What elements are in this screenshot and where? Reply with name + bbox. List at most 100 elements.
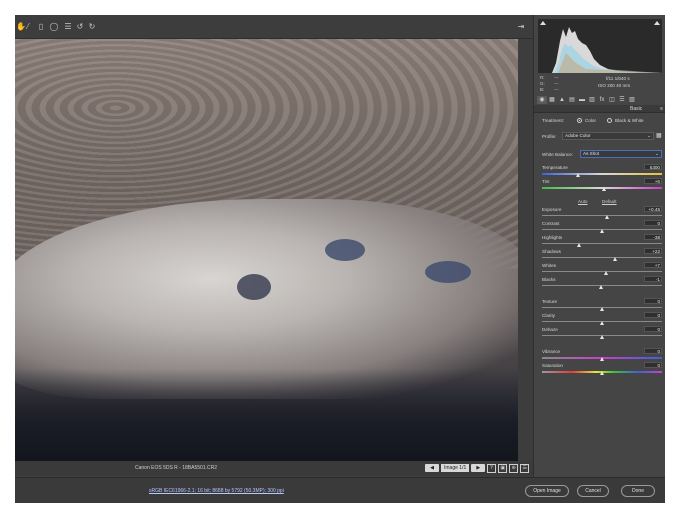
treatment-label: Treatment: bbox=[542, 118, 565, 123]
temperature-slider-track[interactable] bbox=[542, 173, 662, 175]
texture-slider-thumb[interactable] bbox=[600, 307, 604, 311]
tab-tone-curve-icon[interactable]: ▦ bbox=[547, 96, 557, 104]
vibrance-label: Vibrance bbox=[542, 349, 561, 354]
tab-effects-icon[interactable]: fx bbox=[597, 96, 607, 104]
adjustment-panel: R: --- G: --- B: --- f/11 1/640 s ISO 200 4… bbox=[533, 15, 665, 477]
highlights-slider-thumb[interactable] bbox=[577, 243, 582, 247]
rgb-readout-r: R: --- bbox=[540, 75, 559, 80]
temperature-label: Temperature bbox=[542, 165, 568, 170]
whites-slider-track[interactable] bbox=[542, 271, 662, 272]
rgb-readout-g: G: --- bbox=[540, 81, 559, 86]
tab-hsl-icon[interactable]: ▤ bbox=[567, 96, 577, 104]
treatment-bw-radio[interactable] bbox=[607, 118, 612, 123]
blacks-value-field[interactable]: -1 bbox=[644, 276, 662, 282]
texture-value-field[interactable]: 0 bbox=[644, 298, 662, 304]
workflow-options-link[interactable]: sRGB IEC61966-2.1; 16 bit; 8688 by 5792 … bbox=[149, 488, 284, 494]
cancel-button[interactable]: Cancel bbox=[577, 485, 609, 497]
next-image-button[interactable]: ▶ bbox=[471, 464, 486, 472]
dehaze-value-field[interactable]: 0 bbox=[644, 326, 662, 332]
tab-presets-icon[interactable]: ☰ bbox=[617, 96, 627, 104]
bottom-bar: sRGB IEC61966-2.1; 16 bit; 8688 by 5792 … bbox=[15, 477, 665, 503]
tab-split-toning-icon[interactable]: ▬ bbox=[577, 96, 587, 104]
done-button[interactable]: Done bbox=[621, 485, 655, 497]
blacks-slider-thumb[interactable] bbox=[598, 285, 603, 289]
clarity-slider-thumb[interactable] bbox=[600, 321, 604, 325]
blacks-label: Blacks bbox=[542, 277, 556, 282]
camera-raw-window: ✋ ⁄ ▯ ◯ ☰ ↺ ↻ ⇥ Canon EOS 5DS R - 18BA55… bbox=[15, 15, 665, 503]
clarity-label: Clarity bbox=[542, 313, 556, 318]
camera-info: Canon EOS 5DS R - 18BA5501.CR2 bbox=[135, 465, 217, 471]
shadows-slider-thumb[interactable] bbox=[613, 257, 618, 261]
shadows-value-field[interactable]: +22 bbox=[644, 248, 662, 254]
exposure-slider-track[interactable] bbox=[542, 215, 662, 216]
treatment-bw-label: Black & White bbox=[615, 118, 644, 123]
tint-value-field[interactable]: +6 bbox=[644, 178, 662, 184]
whites-slider-thumb[interactable] bbox=[603, 271, 608, 275]
exposure-value-field[interactable]: +0.45 bbox=[644, 206, 662, 212]
histogram-graph bbox=[538, 27, 662, 73]
preview-settings-button[interactable]: ☰ bbox=[520, 463, 530, 473]
contrast-slider-thumb[interactable] bbox=[600, 229, 604, 233]
export-icon[interactable]: ⇥ bbox=[515, 21, 527, 33]
profile-browser-icon[interactable]: ▦ bbox=[656, 132, 662, 139]
whites-value-field[interactable]: +7 bbox=[644, 262, 662, 268]
temperature-slider-thumb[interactable] bbox=[576, 173, 580, 177]
profile-label: Profile: bbox=[542, 134, 557, 139]
temperature-value-field[interactable]: 5300 bbox=[644, 164, 662, 170]
image-preview[interactable] bbox=[15, 39, 518, 461]
rotate-left-icon[interactable]: ↺ bbox=[74, 21, 86, 33]
clarity-value-field[interactable]: 0 bbox=[644, 312, 662, 318]
view-toggle-button[interactable]: ▣ bbox=[498, 463, 508, 473]
tint-slider-thumb[interactable] bbox=[602, 187, 607, 191]
crop-tool-icon[interactable]: ▯ bbox=[35, 21, 47, 33]
default-button[interactable]: Default bbox=[602, 199, 617, 204]
before-after-button[interactable]: Y bbox=[487, 463, 497, 473]
treatment-color-radio[interactable] bbox=[577, 118, 582, 123]
prev-image-button[interactable]: ◀ bbox=[425, 464, 439, 472]
texture-label: Texture bbox=[542, 299, 558, 304]
sky-patch bbox=[237, 274, 271, 300]
sky-patch bbox=[425, 261, 471, 283]
panel-title: Basic bbox=[630, 106, 643, 112]
exposure-slider-thumb[interactable] bbox=[604, 215, 609, 219]
highlights-slider-track[interactable] bbox=[542, 243, 662, 244]
vibrance-value-field[interactable]: 0 bbox=[644, 348, 662, 354]
image-navigation: ◀ Image 1/1 ▶ Y ▣ ⊕ ☰ bbox=[425, 463, 530, 473]
tab-lens-icon[interactable]: ▥ bbox=[587, 96, 597, 104]
panel-menu-icon[interactable]: ≡ bbox=[660, 106, 663, 112]
white-balance-tool-icon[interactable]: ⁄ bbox=[22, 21, 34, 33]
contrast-label: Contrast bbox=[542, 221, 560, 226]
list-tool-icon[interactable]: ☰ bbox=[62, 21, 74, 33]
sky-patch bbox=[325, 239, 365, 261]
tab-basic-icon[interactable]: ◉ bbox=[537, 95, 547, 104]
tab-calibration-icon[interactable]: ◫ bbox=[607, 96, 617, 104]
spot-removal-tool-icon[interactable]: ◯ bbox=[48, 21, 60, 33]
zoom-button[interactable]: ⊕ bbox=[509, 463, 519, 473]
exif-info: R: --- G: --- B: --- f/11 1/640 s ISO 200 4… bbox=[538, 75, 662, 93]
saturation-slider-thumb[interactable] bbox=[600, 371, 604, 375]
rotate-right-icon[interactable]: ↻ bbox=[86, 21, 98, 33]
treatment-color-label: Color bbox=[585, 118, 596, 123]
shadows-label: Shadows bbox=[542, 249, 561, 254]
dark-foreground bbox=[15, 369, 518, 461]
auto-button[interactable]: Auto bbox=[578, 199, 587, 204]
profile-dropdown[interactable]: Adobe Color ⌄ bbox=[562, 132, 654, 140]
preview-status-bar: Canon EOS 5DS R - 18BA5501.CR2 ◀ Image 1… bbox=[15, 461, 533, 475]
dehaze-slider-thumb[interactable] bbox=[600, 335, 604, 339]
vibrance-slider-thumb[interactable] bbox=[600, 357, 604, 361]
tint-label: Tint bbox=[542, 179, 550, 184]
white-balance-dropdown[interactable]: As Shot ⌄ bbox=[580, 150, 662, 158]
highlights-label: Highlights bbox=[542, 235, 563, 240]
tab-detail-icon[interactable]: ▲ bbox=[557, 96, 567, 104]
highlights-value-field[interactable]: -38 bbox=[644, 234, 662, 240]
whites-label: Whites bbox=[542, 263, 557, 268]
saturation-label: Saturation bbox=[542, 363, 563, 368]
image-count: Image 1/1 bbox=[441, 464, 470, 472]
contrast-value-field[interactable]: 0 bbox=[644, 220, 662, 226]
open-image-button[interactable]: Open Image bbox=[525, 485, 569, 497]
tab-snapshots-icon[interactable]: ▧ bbox=[627, 96, 637, 104]
histogram bbox=[538, 19, 662, 73]
exposure-label: Exposure bbox=[542, 207, 562, 212]
shadows-slider-track[interactable] bbox=[542, 257, 662, 258]
saturation-value-field[interactable]: 0 bbox=[644, 362, 662, 368]
